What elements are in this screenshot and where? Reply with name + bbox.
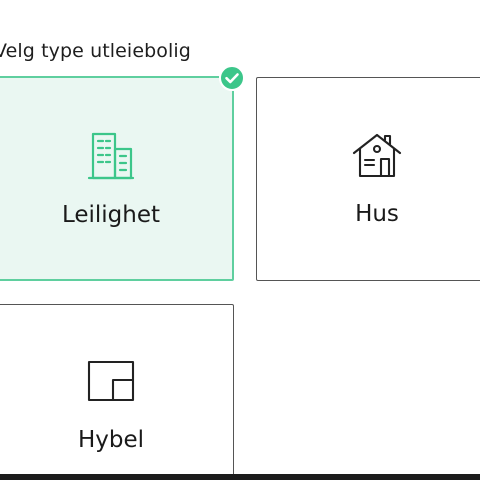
room-floorplan-icon bbox=[87, 360, 135, 402]
option-card-apartment[interactable]: Leilighet bbox=[0, 76, 234, 281]
option-label: Hus bbox=[355, 201, 399, 227]
section-heading: Velg type utleiebolig bbox=[0, 40, 191, 62]
option-card-house[interactable]: Hus bbox=[256, 77, 480, 281]
option-label: Leilighet bbox=[61, 202, 161, 228]
bottom-edge-bar bbox=[0, 474, 480, 480]
option-label: Hybel bbox=[77, 427, 145, 453]
option-card-room[interactable]: Hybel bbox=[0, 304, 234, 480]
checkmark-icon bbox=[219, 65, 245, 91]
house-icon bbox=[352, 133, 402, 178]
rental-type-selector: Velg type utleiebolig Leilighet Hus Hybe… bbox=[0, 0, 480, 480]
apartment-building-icon bbox=[87, 132, 135, 180]
